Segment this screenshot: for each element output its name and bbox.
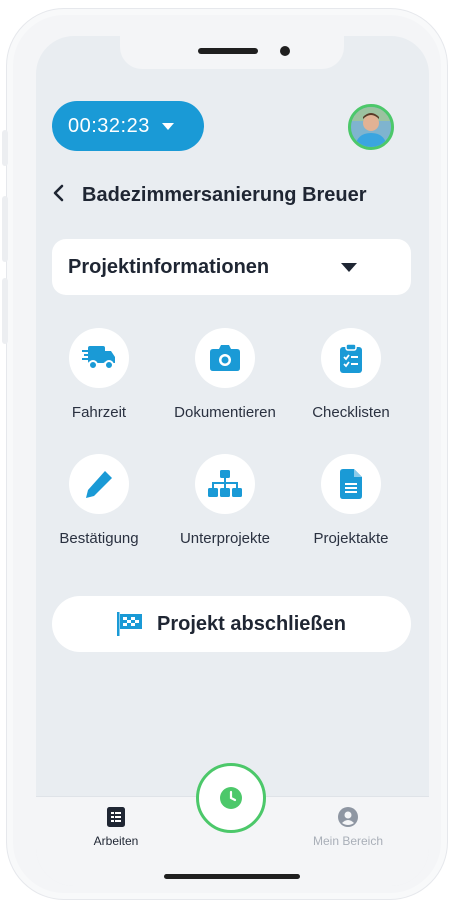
tab-arbeiten[interactable]: Arbeiten [66,807,166,848]
checkered-flag-icon [117,612,143,636]
list-icon [107,807,125,827]
action-label: Bestätigung [59,530,139,547]
camera-icon [210,345,240,371]
dropdown-label: Projektinformationen [68,255,270,278]
clipboard-check-icon [340,343,362,373]
action-circle [321,454,381,514]
action-bestaetigung[interactable]: Bestätigung [36,454,162,554]
volume-up-button [2,196,8,262]
tab-label: Mein Bereich [312,834,384,848]
notch [120,36,344,69]
app-screen: 00:32:23 Badezimmersanierung Breuer Proj… [36,36,429,886]
action-circle [69,454,129,514]
action-circle [321,328,381,388]
finish-label: Projekt abschließen [157,612,346,635]
caret-down-icon [341,263,357,272]
avatar[interactable] [348,104,394,150]
volume-down-button [2,278,8,344]
action-checklisten[interactable]: Checklisten [288,328,414,428]
sitemap-icon [208,470,242,497]
truck-icon [82,346,115,370]
action-label: Dokumentieren [174,404,276,421]
file-icon [340,469,362,499]
finish-project-button[interactable]: Projekt abschließen [52,596,411,652]
user-circle-icon [338,807,358,827]
caret-down-icon [161,122,174,130]
chevron-left-icon[interactable] [52,182,70,208]
home-indicator [164,874,300,879]
timer-button[interactable]: 00:32:23 [52,101,204,151]
user-photo [351,107,391,147]
action-dokumentieren[interactable]: Dokumentieren [162,328,288,428]
action-label: Checklisten [312,404,390,421]
time-tracking-button[interactable] [196,763,266,833]
action-unterprojekte[interactable]: Unterprojekte [162,454,288,554]
clock-icon [220,787,242,809]
tab-mein-bereich[interactable]: Mein Bereich [298,807,398,848]
tab-label: Arbeiten [93,834,139,848]
action-projektakte[interactable]: Projektakte [288,454,414,554]
header: Badezimmersanierung Breuer [52,182,367,208]
action-circle [195,454,255,514]
action-fahrzeit[interactable]: Fahrzeit [36,328,162,428]
action-label: Projektakte [313,530,389,547]
page-title: Badezimmersanierung Breuer [82,183,367,206]
project-info-dropdown[interactable]: Projektinformationen [52,239,411,295]
action-circle [195,328,255,388]
pencil-icon [86,471,112,498]
timer-value: 00:32:23 [68,114,150,137]
side-button [2,130,8,166]
action-circle [69,328,129,388]
action-label: Unterprojekte [179,530,271,547]
speaker [198,48,258,54]
camera-lens [280,46,290,56]
action-label: Fahrzeit [71,404,127,421]
